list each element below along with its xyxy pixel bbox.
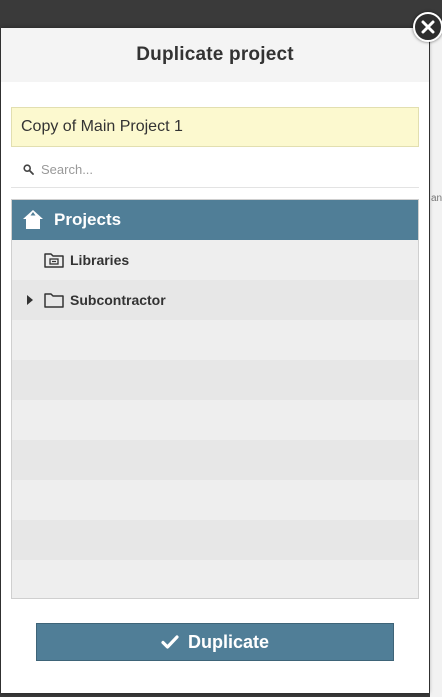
tree-item-label: Subcontractor [70,292,166,308]
duplicate-button-label: Duplicate [187,631,270,652]
tree-item-label: Libraries [70,252,130,268]
tree-empty-row [12,360,418,400]
check-icon [161,633,179,651]
background-text-fragment: an [431,193,442,204]
library-folder-icon [44,251,64,269]
tree-empty-row [12,480,418,520]
close-button[interactable] [413,12,442,42]
search-bar [11,152,419,188]
background-page [430,28,442,697]
tree-root-label: Projects [54,210,122,229]
tree-empty-row [12,440,418,480]
tree-root-projects[interactable]: Projects [12,200,418,240]
project-name-input[interactable] [11,107,419,147]
tree-empty-row [12,560,418,598]
dialog-title: Duplicate project [136,44,294,65]
tree-item-libraries[interactable]: Libraries [12,240,418,280]
projects-home-icon [21,208,45,232]
duplicate-button[interactable]: Duplicate [36,623,394,661]
expand-arrow-icon[interactable] [24,295,36,305]
project-tree: Projects Libraries Subcontractor [11,199,419,599]
search-icon [23,164,35,176]
tree-empty-row [12,520,418,560]
search-input[interactable] [41,154,419,185]
folder-icon [44,291,64,309]
tree-item-subcontractor[interactable]: Subcontractor [12,280,418,320]
tree-empty-row [12,400,418,440]
close-icon [421,20,435,34]
dialog-header: Duplicate project [1,28,429,82]
tree-empty-row [12,320,418,360]
